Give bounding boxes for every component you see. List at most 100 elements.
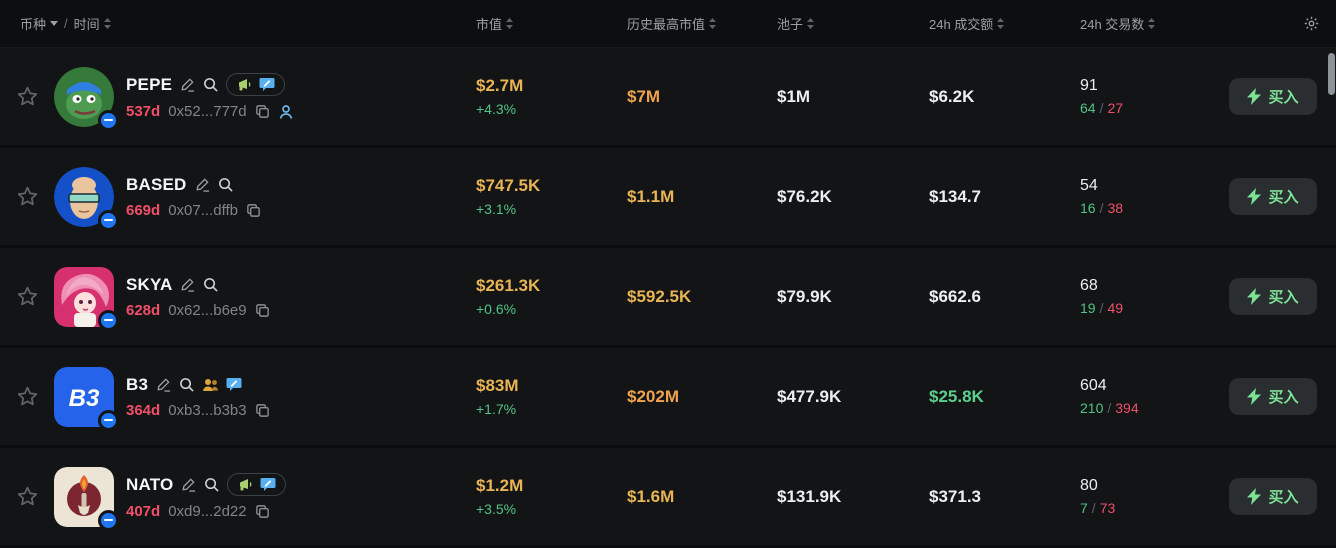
tx-buys: 16 [1080, 200, 1096, 216]
chevron-down-icon[interactable] [50, 21, 58, 26]
sort-ath-icon[interactable] [709, 18, 716, 29]
token-address: 0x52...777d [168, 103, 246, 120]
edit-icon[interactable] [180, 77, 195, 92]
sort-volume-icon[interactable] [997, 18, 1004, 29]
social-badges[interactable] [202, 377, 242, 392]
ath-value: $592.5K [627, 287, 691, 306]
token-name: B3 [126, 375, 148, 395]
mcap-value: $1.2M [476, 476, 627, 496]
favorite-star-icon[interactable] [16, 485, 39, 508]
megaphone-icon[interactable] [236, 78, 252, 92]
copy-address-icon[interactable] [255, 504, 270, 519]
chat-edit-icon[interactable] [260, 477, 276, 492]
col-ath-label[interactable]: 历史最高市值 [627, 14, 705, 33]
token-avatar[interactable] [54, 167, 114, 227]
edit-icon[interactable] [181, 477, 196, 492]
social-badges[interactable] [226, 73, 285, 96]
txns-cell: 91 64/27 [1080, 77, 1229, 116]
lightning-bolt-icon [1247, 288, 1261, 305]
buy-button[interactable]: 买入 [1229, 478, 1317, 515]
lightning-bolt-icon [1247, 488, 1261, 505]
buy-button[interactable]: 买入 [1229, 78, 1317, 115]
vertical-scrollbar-thumb[interactable] [1328, 53, 1335, 95]
col-time-label[interactable]: 时间 [74, 14, 100, 33]
mcap-cell: $261.3K +0.6% [476, 276, 627, 317]
token-name: BASED [126, 175, 187, 195]
social-badges[interactable] [227, 473, 286, 496]
col-volume-label[interactable]: 24h 成交额 [929, 14, 993, 33]
token-avatar[interactable] [54, 267, 114, 327]
chat-edit-icon[interactable] [259, 77, 275, 92]
table-row[interactable]: B3 B3 [0, 348, 1336, 445]
token-address: 0x62...b6e9 [168, 302, 246, 319]
edit-icon[interactable] [195, 177, 210, 192]
token-name: SKYA [126, 275, 172, 295]
search-icon[interactable] [204, 477, 219, 492]
token-age: 669d [126, 202, 160, 219]
col-pool-label[interactable]: 池子 [777, 14, 803, 33]
chain-badge-icon [98, 310, 119, 331]
lightning-bolt-icon [1247, 188, 1261, 205]
tx-total: 68 [1080, 277, 1229, 295]
copy-address-icon[interactable] [246, 203, 261, 218]
pool-value: $76.2K [777, 187, 832, 206]
token-address: 0x07...dffb [168, 202, 238, 219]
table-row[interactable]: PEPE 537d 0x52...777d [0, 48, 1336, 145]
people-gold-icon[interactable] [202, 378, 219, 392]
favorite-star-icon[interactable] [16, 385, 39, 408]
col-txns-label[interactable]: 24h 交易数 [1080, 14, 1144, 33]
ath-value: $1.1M [627, 187, 674, 206]
favorite-star-icon[interactable] [16, 285, 39, 308]
edit-icon[interactable] [180, 277, 195, 292]
mcap-value: $2.7M [476, 76, 627, 96]
buy-button[interactable]: 买入 [1229, 178, 1317, 215]
buy-button[interactable]: 买入 [1229, 278, 1317, 315]
table-header: 币种 / 时间 市值 历史最高市值 池子 24h 成交额 24h 交易数 [0, 0, 1336, 48]
megaphone-icon[interactable] [237, 478, 253, 492]
token-avatar[interactable]: B3 [54, 367, 114, 427]
search-icon[interactable] [203, 277, 218, 292]
token-avatar[interactable] [54, 467, 114, 527]
col-token-label[interactable]: 币种 [20, 14, 46, 33]
token-address: 0xd9...2d22 [168, 503, 246, 520]
lightning-bolt-icon [1247, 88, 1261, 105]
chat-edit-icon[interactable] [226, 377, 242, 392]
sort-time-icon[interactable] [104, 18, 111, 29]
volume-value: $134.7 [929, 187, 981, 206]
table-row[interactable]: NATO 407d 0xd9...2d22 [0, 448, 1336, 545]
col-mcap-label[interactable]: 市值 [476, 14, 502, 33]
mcap-change: +1.7% [476, 401, 627, 417]
copy-address-icon[interactable] [255, 403, 270, 418]
copy-address-icon[interactable] [255, 303, 270, 318]
col-separator: / [64, 16, 68, 31]
token-age: 407d [126, 503, 160, 520]
table-row[interactable]: SKYA 628d 0x62...b6e9 $261.3K +0.6% $592… [0, 248, 1336, 345]
settings-gear-icon[interactable] [1303, 15, 1320, 32]
mcap-cell: $83M +1.7% [476, 376, 627, 417]
token-age: 628d [126, 302, 160, 319]
token-name: NATO [126, 475, 173, 495]
profile-person-icon[interactable] [278, 104, 294, 120]
tx-buys: 64 [1080, 100, 1096, 116]
ath-value: $7M [627, 87, 660, 106]
mcap-cell: $747.5K +3.1% [476, 176, 627, 217]
token-name: PEPE [126, 75, 172, 95]
sort-pool-icon[interactable] [807, 18, 814, 29]
chain-badge-icon [98, 410, 119, 431]
search-icon[interactable] [179, 377, 194, 392]
favorite-star-icon[interactable] [16, 185, 39, 208]
tx-total: 80 [1080, 477, 1229, 495]
token-avatar[interactable] [54, 67, 114, 127]
table-row[interactable]: BASED 669d 0x07...dffb $747.5K +3.1% $1.… [0, 148, 1336, 245]
search-icon[interactable] [203, 77, 218, 92]
sort-mcap-icon[interactable] [506, 18, 513, 29]
favorite-star-icon[interactable] [16, 85, 39, 108]
txns-cell: 604 210/394 [1080, 377, 1229, 416]
sort-txns-icon[interactable] [1148, 18, 1155, 29]
copy-address-icon[interactable] [255, 104, 270, 119]
search-icon[interactable] [218, 177, 233, 192]
buy-button[interactable]: 买入 [1229, 378, 1317, 415]
tx-sells: 49 [1107, 300, 1123, 316]
edit-icon[interactable] [156, 377, 171, 392]
tx-sells: 394 [1115, 400, 1138, 416]
